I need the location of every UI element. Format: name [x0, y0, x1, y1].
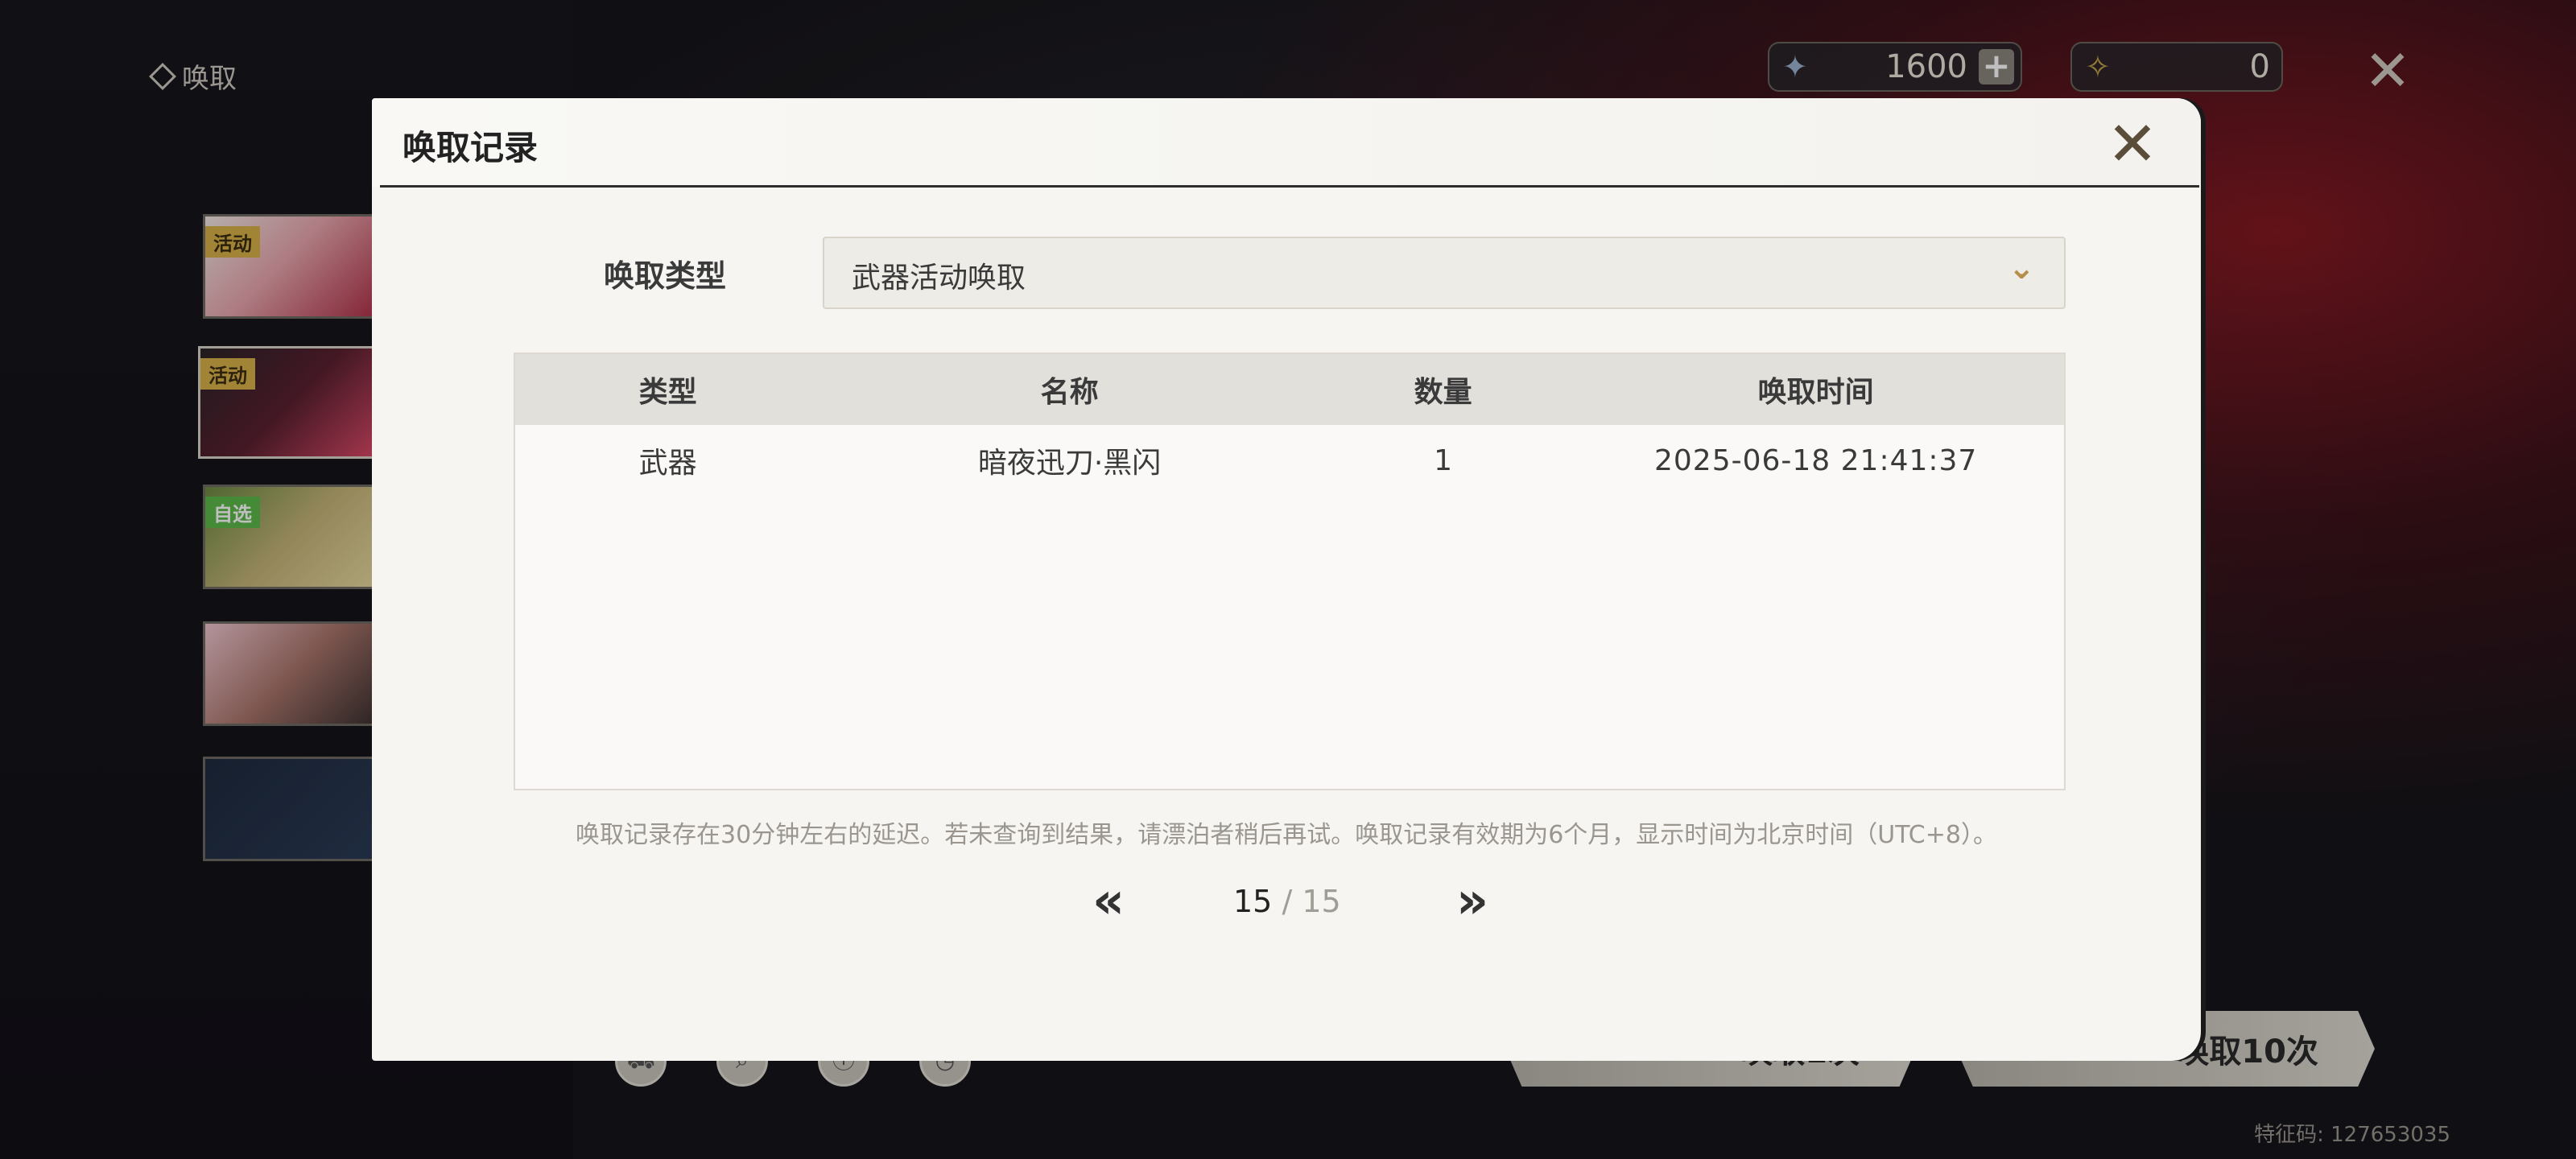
cell-type: 武器: [638, 447, 697, 480]
chevron-down-icon: ⌄: [2008, 250, 2035, 287]
cell-quantity: 1: [1434, 443, 1453, 477]
last-page-icon[interactable]: »: [1444, 876, 1501, 932]
total-pages: 15: [1302, 884, 1341, 919]
pagination: « 15 / 15 »: [372, 876, 2201, 932]
cell-name: 暗夜迅刀·黑闪: [977, 447, 1162, 480]
page-separator: /: [1272, 884, 1302, 919]
column-quantity: 数量: [1414, 376, 1472, 409]
cell-time: 2025-06-18 21:41:37: [1653, 443, 1978, 477]
page-indicator: 15 / 15: [1233, 884, 1341, 919]
pull-type-label: 唤取类型: [604, 258, 727, 294]
table-header: 类型 名称 数量 唤取时间: [515, 354, 2064, 425]
pull-record-dialog: 唤取记录 ✕ 唤取类型 武器活动唤取 ⌄ 类型 名称 数量 唤取时间 武器 暗夜…: [372, 98, 2201, 1061]
column-time: 唤取时间: [1757, 376, 1874, 409]
delay-notice: 唤取记录存在30分钟左右的延迟。若未查询到结果，请漂泊者稍后再试。唤取记录有效期…: [576, 821, 1997, 849]
close-icon[interactable]: ✕: [2101, 113, 2164, 175]
pull-type-value: 武器活动唤取: [852, 262, 1026, 295]
first-page-icon[interactable]: «: [1080, 876, 1137, 932]
dialog-title: 唤取记录: [402, 128, 539, 167]
current-page: 15: [1233, 884, 1273, 919]
column-type: 类型: [638, 376, 697, 409]
column-name: 名称: [1040, 376, 1099, 409]
dialog-header: 唤取记录 ✕: [372, 98, 2201, 187]
record-table: 类型 名称 数量 唤取时间 武器 暗夜迅刀·黑闪 1 2025-06-18 21…: [514, 353, 2066, 790]
pull-type-dropdown[interactable]: 武器活动唤取 ⌄: [823, 237, 2066, 309]
divider: [380, 185, 2199, 188]
table-row: 武器 暗夜迅刀·黑闪 1 2025-06-18 21:41:37: [515, 425, 2064, 496]
